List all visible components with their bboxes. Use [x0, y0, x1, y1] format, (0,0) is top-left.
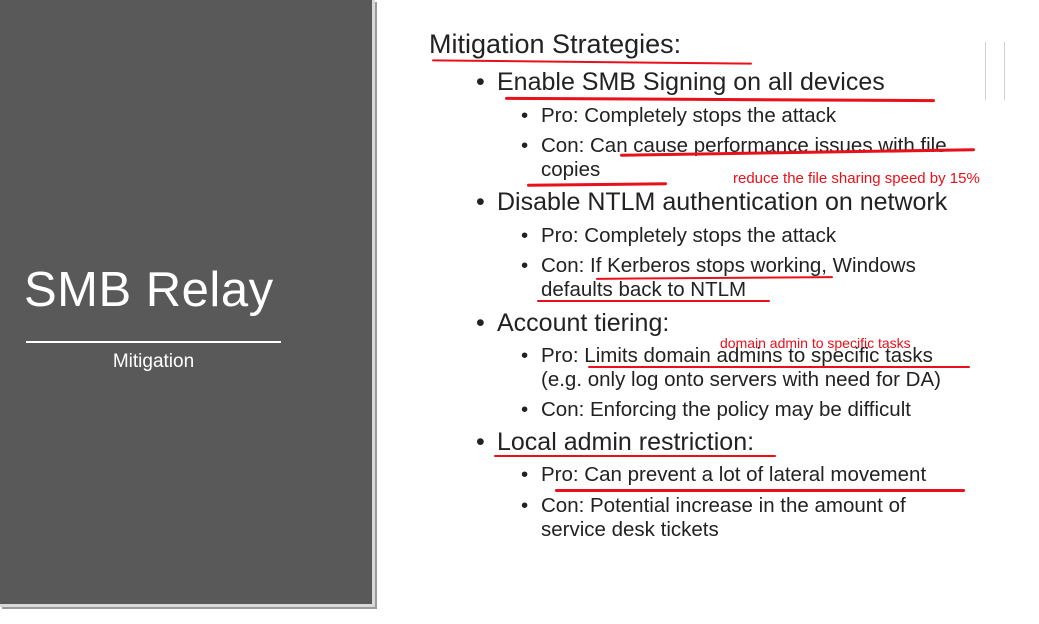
section-subtitle: Mitigation [112, 351, 195, 372]
bullet: • [521, 398, 529, 421]
bullet: • [476, 188, 485, 216]
underline-annotation [555, 489, 965, 492]
strategy-pro-cont: (e.g. only log onto servers with need fo… [541, 368, 941, 391]
underline-annotation [431, 59, 753, 65]
underline-annotation [537, 300, 770, 302]
strategy-pro: Pro: Can prevent a lot of lateral moveme… [541, 463, 927, 486]
strategy-title: Disable NTLM authentication on network [497, 188, 948, 216]
bullet: • [521, 224, 529, 247]
bullet: • [521, 254, 529, 277]
bullet: • [521, 463, 529, 486]
bullet: • [476, 309, 485, 337]
strategy-con-cont: service desk tickets [541, 518, 719, 541]
strategy-title: Local admin restriction: [497, 428, 755, 456]
title-panel: SMB Relay Mitigation [0, 0, 375, 607]
strategy-pro: Pro: Completely stops the attack [541, 224, 837, 247]
underline-annotation [494, 455, 776, 457]
strategy-con-cont: copies [541, 158, 601, 181]
bullet: • [476, 68, 485, 96]
bullet: • [476, 428, 485, 456]
underline-annotation [504, 96, 936, 103]
annotation-note: domain admin to specific tasks [720, 335, 911, 351]
bullet: • [521, 134, 529, 157]
title-divider [26, 341, 281, 343]
divider-line [1004, 42, 1005, 100]
section-title: SMB Relay [24, 263, 274, 317]
strategy-title: Account tiering: [497, 309, 670, 337]
strategy-con: Con: Enforcing the policy may be difficu… [541, 398, 911, 421]
strategy-title: Enable SMB Signing on all devices [497, 68, 885, 96]
strategy-pro: Pro: Completely stops the attack [541, 104, 837, 127]
bullet: • [521, 494, 529, 517]
underline-annotation [526, 182, 668, 187]
bullet: • [521, 104, 529, 127]
strategy-con: Con: If Kerberos stops working, Windows [541, 254, 916, 277]
underline-annotation [588, 366, 970, 368]
annotation-note: reduce the file sharing speed by 15% [733, 170, 980, 187]
slide-heading: Mitigation Strategies: [429, 29, 682, 59]
strategy-con-cont: defaults back to NTLM [541, 278, 747, 301]
divider-line [985, 42, 986, 100]
strategy-con: Con: Potential increase in the amount of [541, 494, 906, 517]
bullet: • [521, 344, 529, 367]
